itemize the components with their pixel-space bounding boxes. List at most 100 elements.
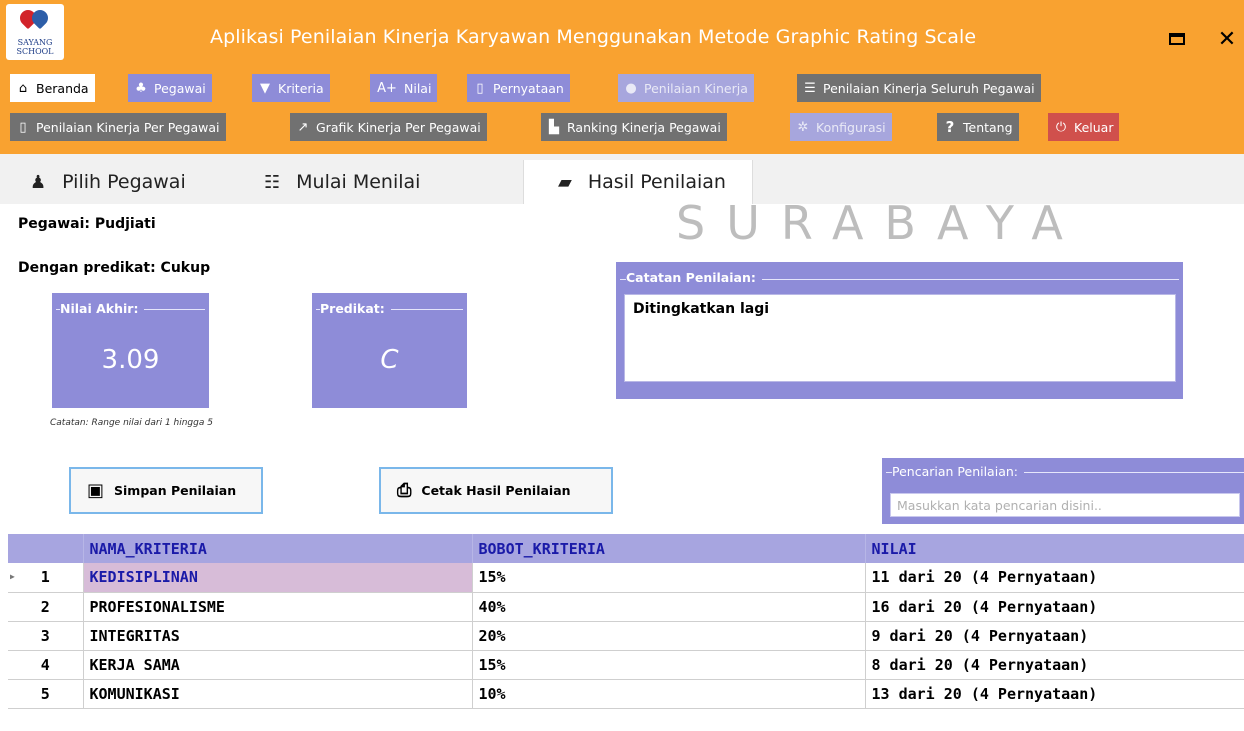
tab-pilih-pegawai[interactable]: ♟ Pilih Pegawai bbox=[30, 160, 186, 204]
wallet-icon: ▰ bbox=[558, 171, 572, 193]
menu-label: Nilai bbox=[404, 80, 432, 96]
menu-label: Tentang bbox=[963, 119, 1013, 135]
menu-label: Beranda bbox=[36, 80, 89, 96]
nama-kriteria-cell[interactable]: KEDISIPLINAN bbox=[83, 563, 473, 593]
nama-kriteria-cell[interactable]: KERJA SAMA bbox=[83, 650, 473, 680]
menu-bar: ⌂ Beranda ♣ Pegawai ▼ Kriteria A+ Nilai … bbox=[0, 66, 1244, 154]
menu-penilaian-seluruh[interactable]: ☰ Penilaian Kinerja Seluruh Pegawai bbox=[797, 74, 1041, 102]
home-icon: ⌂ bbox=[18, 80, 28, 96]
nilai-akhir-box: Nilai Akhir: 3.09 bbox=[52, 293, 209, 408]
menu-beranda[interactable]: ⌂ Beranda bbox=[10, 74, 95, 102]
menu-pernyataan[interactable]: ▯ Pernyataan bbox=[467, 74, 570, 102]
menu-konfigurasi[interactable]: ✲ Konfigurasi bbox=[790, 113, 892, 141]
table-row[interactable]: 2 PROFESIONALISME 40% 16 dari 20 (4 Pern… bbox=[8, 592, 1244, 622]
menu-label: Pernyataan bbox=[493, 80, 564, 96]
user-icon: ● bbox=[625, 80, 637, 96]
table-row[interactable]: ▶ 1 KEDISIPLINAN 15% 11 dari 20 (4 Pernya… bbox=[8, 563, 1244, 593]
table-row[interactable]: 4 KERJA SAMA 15% 8 dari 20 (4 Pernyataan… bbox=[8, 650, 1244, 680]
nilai-akhir-value: 3.09 bbox=[101, 345, 160, 375]
save-icon: ▣ bbox=[87, 480, 105, 501]
row-number: 4 bbox=[8, 650, 84, 680]
menu-grafik-kinerja[interactable]: ↗ Grafik Kinerja Per Pegawai bbox=[290, 113, 487, 141]
catatan-textarea[interactable]: Ditingkatkan lagi bbox=[624, 294, 1176, 382]
tab-label: Hasil Penilaian bbox=[587, 171, 726, 193]
print-icon: ⎙ bbox=[397, 480, 412, 501]
row-pointer-icon: ▶ bbox=[10, 572, 15, 581]
nama-kriteria-cell[interactable]: KOMUNIKASI bbox=[83, 679, 473, 709]
menu-keluar[interactable]: ⏻ Keluar bbox=[1048, 113, 1120, 141]
predikat-value: C bbox=[380, 345, 399, 375]
button-label: Simpan Penilaian bbox=[114, 483, 237, 498]
nama-kriteria-cell[interactable]: PROFESIONALISME bbox=[83, 592, 473, 622]
predikat-text: Dengan predikat: Cukup bbox=[18, 260, 211, 276]
search-label: Pencarian Penilaian: bbox=[892, 464, 1024, 479]
button-label: Cetak Hasil Penilaian bbox=[421, 483, 571, 498]
menu-label: Penilaian Kinerja bbox=[644, 80, 748, 96]
nama-kriteria-cell[interactable]: INTEGRITAS bbox=[83, 621, 473, 651]
menu-tentang[interactable]: ? Tentang bbox=[937, 113, 1019, 141]
nilai-cell[interactable]: 9 dari 20 (4 Pernyataan) bbox=[865, 621, 1244, 651]
row-number: 5 bbox=[8, 679, 84, 709]
tab-label: Mulai Menilai bbox=[296, 171, 421, 193]
simpan-penilaian-button[interactable]: ▣ Simpan Penilaian bbox=[69, 467, 263, 514]
chart-icon: ↗ bbox=[297, 119, 309, 135]
table-row[interactable]: 3 INTEGRITAS 20% 9 dari 20 (4 Pernyataan… bbox=[8, 621, 1244, 651]
column-header[interactable]: NAMA_KRITERIA bbox=[83, 534, 473, 563]
menu-penilaian-kinerja[interactable]: ● Penilaian Kinerja bbox=[618, 74, 754, 102]
table-header-row: NAMA_KRITERIA BOBOT_KRITERIA NILAI bbox=[8, 534, 1244, 563]
table-row[interactable]: 5 KOMUNIKASI 10% 13 dari 20 (4 Pernyataa… bbox=[8, 679, 1244, 709]
menu-pegawai[interactable]: ♣ Pegawai bbox=[128, 74, 212, 102]
search-panel: Pencarian Penilaian: bbox=[882, 458, 1244, 524]
tab-label: Pilih Pegawai bbox=[62, 171, 186, 193]
column-header[interactable]: NILAI bbox=[865, 534, 1244, 563]
app-logo: SAYANG SCHOOL bbox=[6, 4, 64, 60]
bobot-cell[interactable]: 15% bbox=[472, 563, 866, 593]
menu-label: Pegawai bbox=[154, 80, 206, 96]
nilai-cell[interactable]: 13 dari 20 (4 Pernyataan) bbox=[865, 679, 1244, 709]
power-icon: ⏻ bbox=[1055, 119, 1067, 135]
nilai-akhir-label: Nilai Akhir: bbox=[60, 301, 145, 316]
catatan-panel: Catatan Penilaian: Ditingkatkan lagi bbox=[616, 262, 1183, 399]
kriteria-table: NAMA_KRITERIA BOBOT_KRITERIA NILAI ▶ 1 KE… bbox=[8, 534, 1244, 709]
row-number: ▶ 1 bbox=[8, 563, 84, 593]
menu-penilaian-per-pegawai[interactable]: ▯ Penilaian Kinerja Per Pegawai bbox=[10, 113, 226, 141]
column-header[interactable]: BOBOT_KRITERIA bbox=[472, 534, 866, 563]
range-note: Catatan: Range nilai dari 1 hingga 5 bbox=[50, 418, 213, 428]
title-bar: SAYANG SCHOOL Aplikasi Penilaian Kinerja… bbox=[0, 0, 1244, 66]
nilai-cell[interactable]: 16 dari 20 (4 Pernyataan) bbox=[865, 592, 1244, 622]
menu-label: Kriteria bbox=[278, 80, 324, 96]
search-input[interactable] bbox=[890, 493, 1240, 517]
logo-text: SAYANG SCHOOL bbox=[16, 38, 54, 56]
users-icon: ♣ bbox=[135, 80, 147, 96]
menu-label: Konfigurasi bbox=[816, 119, 886, 135]
document-icon: ▯ bbox=[19, 119, 27, 135]
cetak-hasil-button[interactable]: ⎙ Cetak Hasil Penilaian bbox=[379, 467, 613, 514]
gear-icon: ✲ bbox=[797, 119, 809, 135]
tab-mulai-menilai[interactable]: ☷ Mulai Menilai bbox=[264, 160, 420, 204]
row-number-header bbox=[8, 534, 84, 563]
menu-kriteria[interactable]: ▼ Kriteria bbox=[252, 74, 330, 102]
catatan-label: Catatan Penilaian: bbox=[626, 270, 762, 285]
menu-nilai[interactable]: A+ Nilai bbox=[370, 74, 438, 102]
row-number: 3 bbox=[8, 621, 84, 651]
bobot-cell[interactable]: 15% bbox=[472, 650, 866, 680]
close-button[interactable]: ✕ bbox=[1210, 22, 1244, 56]
minimize-icon bbox=[1169, 33, 1185, 45]
menu-label: Penilaian Kinerja Per Pegawai bbox=[36, 119, 220, 135]
bobot-cell[interactable]: 10% bbox=[472, 679, 866, 709]
bobot-cell[interactable]: 40% bbox=[472, 592, 866, 622]
menu-label: Keluar bbox=[1074, 119, 1114, 135]
menu-label: Penilaian Kinerja Seluruh Pegawai bbox=[823, 80, 1035, 96]
nilai-cell[interactable]: 11 dari 20 (4 Pernyataan) bbox=[865, 563, 1244, 593]
nilai-cell[interactable]: 8 dari 20 (4 Pernyataan) bbox=[865, 650, 1244, 680]
ranking-icon: ▙ bbox=[549, 119, 559, 135]
pegawai-label: Pegawai: Pudjiati bbox=[18, 216, 156, 232]
close-icon: ✕ bbox=[1217, 26, 1237, 52]
watermark-text: SURABAYA bbox=[676, 196, 1084, 250]
minimize-button[interactable] bbox=[1160, 22, 1194, 56]
menu-ranking-kinerja[interactable]: ▙ Ranking Kinerja Pegawai bbox=[541, 113, 727, 141]
checklist-icon: ☷ bbox=[264, 171, 281, 193]
person-icon: ♟ bbox=[30, 171, 47, 193]
predikat-box: Predikat: C bbox=[312, 293, 467, 408]
bobot-cell[interactable]: 20% bbox=[472, 621, 866, 651]
